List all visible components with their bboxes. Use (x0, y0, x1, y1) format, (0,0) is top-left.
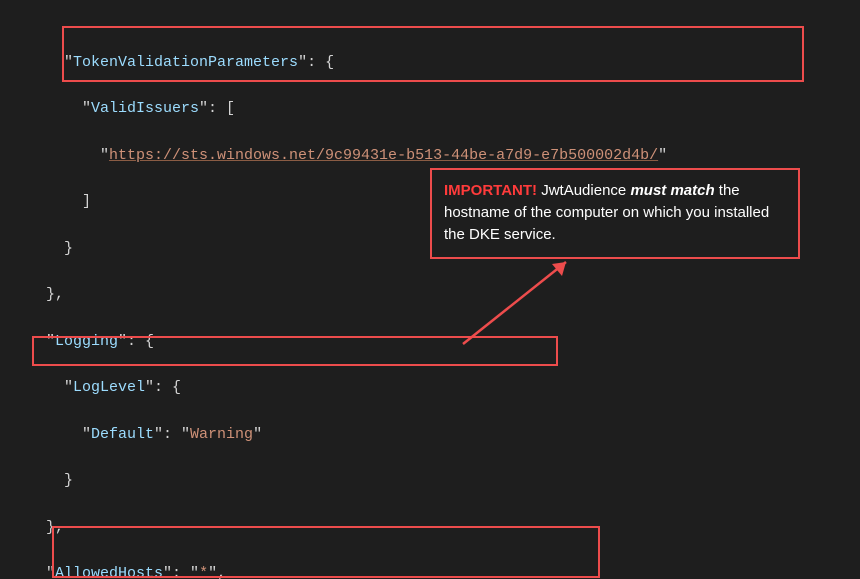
code-line: "https://sts.windows.net/9c99431e-b513-4… (28, 144, 860, 167)
code-line: "Logging": { (28, 330, 860, 353)
callout-text: JwtAudience (537, 182, 630, 199)
annotation-callout: IMPORTANT! JwtAudience must match the ho… (430, 168, 800, 259)
code-line: "AllowedHosts": "*", (28, 562, 860, 579)
code-line: }, (28, 516, 860, 539)
callout-emphasis: must match (630, 182, 714, 199)
code-line: "TokenValidationParameters": { (28, 51, 860, 74)
code-line: "LogLevel": { (28, 376, 860, 399)
code-line: "Default": "Warning" (28, 423, 860, 446)
code-line: "ValidIssuers": [ (28, 97, 860, 120)
code-line: } (28, 469, 860, 492)
code-editor[interactable]: "TokenValidationParameters": { "ValidIss… (0, 0, 860, 579)
code-line: }, (28, 283, 860, 306)
callout-important: IMPORTANT! (444, 182, 537, 199)
